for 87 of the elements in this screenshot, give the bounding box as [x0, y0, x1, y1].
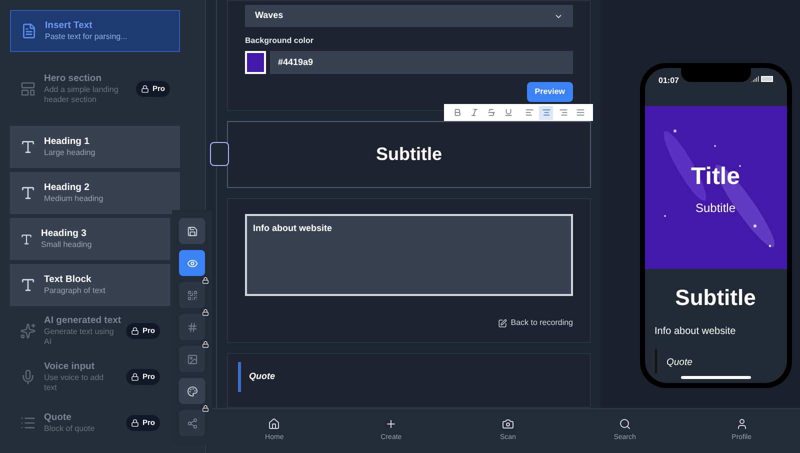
microphone-icon — [20, 369, 36, 385]
search-icon — [618, 418, 631, 430]
align-right-icon — [558, 108, 568, 117]
tool-button[interactable] — [179, 218, 205, 244]
block-item[interactable]: Heading 3 Small heading — [10, 218, 170, 260]
drag-handle[interactable] — [210, 142, 229, 166]
hero-title: Title — [691, 162, 740, 192]
align-left-icon — [524, 108, 534, 117]
image-icon — [186, 354, 198, 364]
block-item[interactable]: Text Block Paragraph of text — [10, 264, 170, 306]
qr-code-icon — [186, 290, 198, 300]
text-icon — [20, 139, 36, 155]
battery-icon — [760, 76, 772, 82]
justify-icon — [576, 108, 584, 117]
align-center-icon — [542, 108, 550, 117]
lock-icon — [131, 419, 140, 427]
italic-icon — [470, 108, 478, 117]
status-time: 01:07 — [658, 75, 679, 87]
block-description: Medium heading — [44, 194, 104, 204]
phone-quote: Quote — [666, 357, 692, 368]
back-link[interactable]: Back to recording — [498, 304, 573, 329]
block-title: Insert Text — [45, 20, 94, 32]
phone-heading: Subtitle — [674, 284, 757, 312]
block-description: Paste text for parsing... — [45, 32, 128, 42]
block-description: Small heading — [41, 240, 93, 250]
block-title: Text Block — [44, 274, 92, 286]
text-icon — [20, 185, 36, 201]
info-field[interactable]: Info about website — [245, 214, 573, 296]
block-title: Heading 1 — [44, 136, 90, 148]
preview-button[interactable]: Preview — [526, 82, 573, 102]
subtitle-block[interactable]: Subtitle — [227, 121, 591, 188]
color-swatch[interactable] — [245, 51, 266, 74]
text-icon — [20, 232, 33, 246]
lock-icon — [131, 327, 140, 335]
palette-icon — [186, 386, 198, 396]
plus-icon — [385, 418, 398, 430]
block-item[interactable]: Heading 1 Large heading — [10, 126, 180, 168]
format-button[interactable] — [539, 106, 553, 120]
block-item[interactable]: Insert Text Paste text for parsing... — [10, 10, 180, 52]
block-description: Generate text using AI — [44, 326, 115, 347]
signal-icon — [750, 75, 758, 83]
block-title: AI generated text — [44, 315, 118, 327]
list-icon — [20, 415, 36, 431]
layout-icon — [20, 81, 36, 97]
document-icon — [21, 23, 37, 39]
block-description: Block of quote — [44, 424, 96, 434]
save-icon — [186, 226, 198, 236]
block-title: Heading 2 — [44, 182, 90, 194]
sparkle-icon — [20, 323, 36, 339]
block-title: Quote — [44, 412, 72, 424]
lock-icon — [141, 85, 150, 93]
quote-text: Quote — [249, 370, 275, 384]
block-item[interactable]: Heading 2 Medium heading — [10, 172, 180, 214]
subtitle-text: Subtitle — [376, 143, 442, 166]
block-description: Use voice to add text — [44, 372, 105, 393]
text-icon — [20, 277, 36, 293]
home-icon — [268, 418, 280, 430]
select-value: Waves — [255, 9, 284, 22]
lock-icon — [202, 309, 209, 316]
bold-icon — [452, 108, 462, 117]
home-indicator — [680, 376, 750, 379]
hero-subtitle: Subtitle — [695, 200, 736, 216]
lock-icon — [202, 341, 209, 348]
lock-icon — [131, 373, 140, 381]
tool-button[interactable] — [179, 378, 205, 404]
block-title: Hero section — [44, 73, 103, 85]
eye-icon — [186, 258, 198, 268]
block-description: Paragraph of text — [44, 286, 106, 296]
strikethrough-icon — [486, 108, 496, 117]
edit-icon — [498, 318, 507, 328]
profile-icon — [736, 418, 748, 430]
block-title: Heading 3 — [41, 228, 88, 240]
phone-notch — [680, 68, 750, 82]
field-label: Background color — [245, 35, 314, 47]
share-icon — [186, 418, 198, 428]
camera-icon — [502, 418, 514, 430]
lock-icon — [202, 277, 209, 284]
lock-icon — [202, 405, 209, 412]
block-description: Large heading — [44, 148, 96, 158]
hash-icon — [186, 322, 198, 332]
block-description: Add a simple landing header section — [44, 84, 120, 105]
underline-icon — [504, 108, 512, 117]
phone-paragraph: Info about website — [654, 325, 737, 339]
color-field[interactable]: #4419a9 — [270, 51, 573, 74]
tool-button[interactable] — [179, 250, 205, 276]
block-title: Voice input — [44, 361, 96, 373]
style-select[interactable]: Waves — [245, 5, 573, 27]
